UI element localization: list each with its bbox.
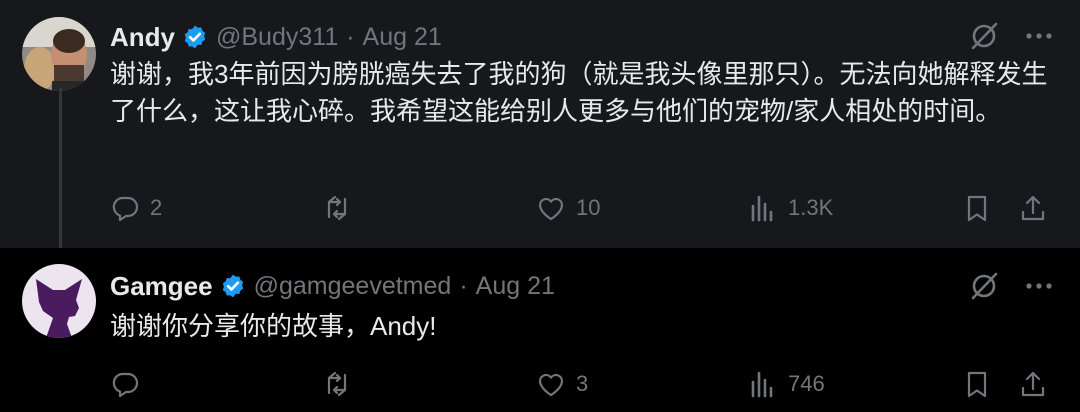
separator-dot: · <box>346 22 355 51</box>
more-icon[interactable] <box>1024 281 1054 291</box>
verified-badge-icon <box>222 274 243 298</box>
thread-connector-line <box>59 88 62 260</box>
like-count: 10 <box>576 195 601 220</box>
avatar-gamgee[interactable] <box>22 264 96 338</box>
tweet-andy[interactable]: Andy @Budy311 · Aug 21 谢谢，我3年前因为膀胱癌失去了我的… <box>0 0 1080 248</box>
grok-icon[interactable] <box>968 270 1000 302</box>
like-count: 3 <box>576 371 589 396</box>
like-icon <box>538 197 564 221</box>
share-icon <box>1021 371 1045 397</box>
separator-dot: · <box>459 271 468 300</box>
view-count: 746 <box>788 371 825 396</box>
views-button[interactable]: 746 <box>748 367 825 401</box>
display-name[interactable]: Gamgee <box>110 271 213 302</box>
reply-count: 2 <box>150 195 163 220</box>
tweet-actions: 3 746 <box>110 367 1060 401</box>
display-name[interactable]: Andy <box>110 22 175 53</box>
grok-icon[interactable] <box>968 20 1000 52</box>
reply-icon <box>112 372 139 398</box>
bookmark-button[interactable] <box>962 367 992 401</box>
tweet-gamgee[interactable]: Gamgee @gamgeevetmed · Aug 21 谢谢你分享你的故事，… <box>0 248 1080 412</box>
retweet-button[interactable] <box>322 367 362 401</box>
views-button[interactable]: 1.3K <box>748 191 833 225</box>
more-icon[interactable] <box>1024 31 1054 41</box>
share-button[interactable] <box>1018 367 1048 401</box>
bookmark-icon <box>967 371 987 398</box>
like-button[interactable]: 3 <box>536 367 588 401</box>
tweet-date[interactable]: Aug 21 <box>476 272 555 301</box>
reply-button[interactable]: 2 <box>110 191 162 225</box>
like-icon <box>538 373 564 397</box>
user-handle[interactable]: @gamgeevetmed <box>254 272 452 301</box>
user-handle[interactable]: @Budy311 <box>216 23 338 52</box>
retweet-icon <box>327 371 347 397</box>
tweet-date[interactable]: Aug 21 <box>363 23 442 52</box>
views-icon <box>751 371 773 398</box>
like-button[interactable]: 10 <box>536 191 600 225</box>
share-icon <box>1021 195 1045 221</box>
bookmark-icon <box>967 195 987 222</box>
bookmark-button[interactable] <box>962 191 992 225</box>
reply-icon <box>112 196 139 222</box>
tweet-header: Andy @Budy311 · Aug 21 <box>110 17 442 57</box>
tweet-text: 谢谢你分享你的故事，Andy! <box>110 311 437 341</box>
retweet-button[interactable] <box>322 191 362 225</box>
tweet-text: 谢谢，我3年前因为膀胱癌失去了我的狗（就是我头像里那只）。无法向她解释发生了什么… <box>110 59 1048 126</box>
reply-button[interactable] <box>110 367 150 401</box>
share-button[interactable] <box>1018 191 1048 225</box>
tweet-header: Gamgee @gamgeevetmed · Aug 21 <box>110 266 555 306</box>
retweet-icon <box>327 195 347 221</box>
views-icon <box>751 195 773 222</box>
view-count: 1.3K <box>788 195 834 220</box>
verified-badge-icon <box>184 25 206 49</box>
avatar-andy[interactable] <box>22 17 96 91</box>
tweet-actions: 2 10 1.3K <box>110 191 1060 225</box>
